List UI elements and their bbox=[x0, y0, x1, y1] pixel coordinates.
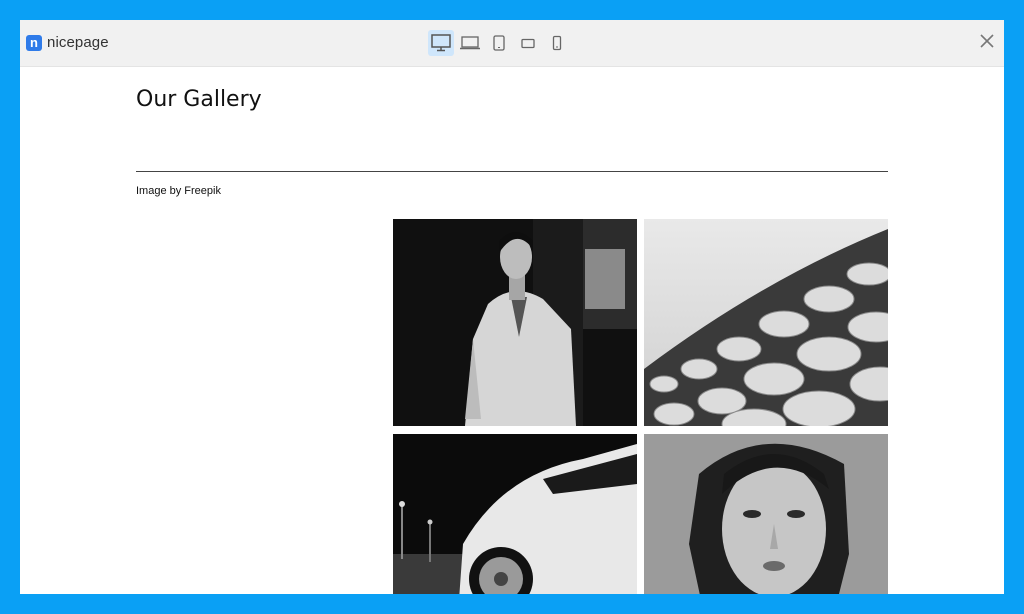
device-switcher bbox=[428, 30, 570, 56]
brand-logo: n nicepage bbox=[26, 34, 109, 51]
page-content: Our Gallery Image by Freepik bbox=[20, 67, 1004, 594]
gallery-image[interactable] bbox=[644, 219, 888, 426]
page-title: Our Gallery bbox=[136, 87, 262, 112]
gallery-image[interactable] bbox=[644, 434, 888, 594]
close-button[interactable] bbox=[978, 32, 996, 50]
device-desktop-button[interactable] bbox=[428, 30, 454, 56]
phone-landscape-icon bbox=[521, 38, 535, 49]
preview-toolbar: n nicepage bbox=[20, 20, 1004, 67]
device-phone-button[interactable] bbox=[544, 30, 570, 56]
gallery-image[interactable] bbox=[393, 219, 637, 426]
image-credit: Image by Freepik bbox=[136, 185, 221, 197]
device-phone-landscape-button[interactable] bbox=[515, 30, 541, 56]
close-icon bbox=[980, 34, 994, 48]
phone-icon bbox=[552, 35, 562, 51]
laptop-icon bbox=[460, 36, 480, 50]
divider bbox=[136, 171, 888, 172]
gallery-image[interactable] bbox=[393, 434, 637, 594]
desktop-icon bbox=[431, 34, 451, 52]
preview-window: n nicepage Our Gallery Image by Freepik bbox=[20, 20, 1004, 594]
tablet-icon bbox=[493, 35, 505, 51]
device-tablet-button[interactable] bbox=[486, 30, 512, 56]
nicepage-logo-icon: n bbox=[26, 34, 42, 51]
brand-name: nicepage bbox=[47, 34, 109, 51]
device-laptop-button[interactable] bbox=[457, 30, 483, 56]
